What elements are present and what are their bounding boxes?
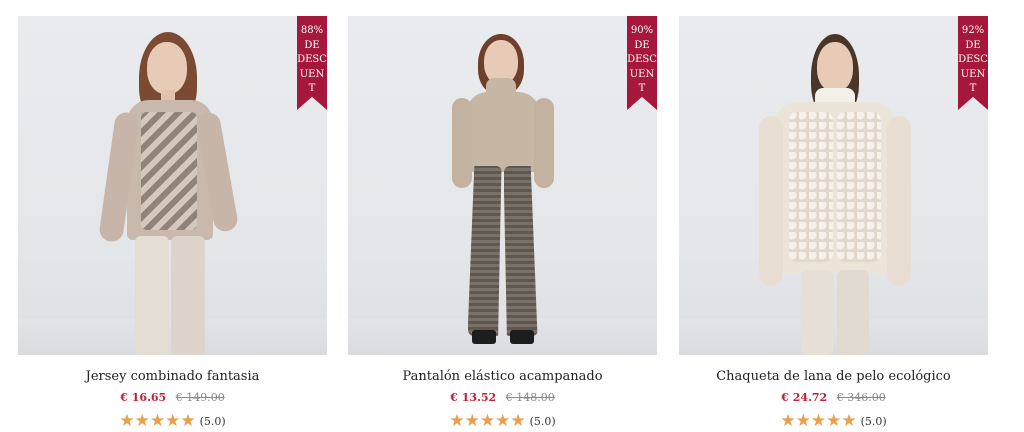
- rating-row: ★ ★ ★ ★ ★ (5.0): [348, 411, 657, 431]
- original-price: € 346.00: [836, 391, 886, 404]
- original-price: € 148.00: [505, 391, 555, 404]
- sale-price: € 13.52: [450, 391, 497, 404]
- model-figure: [428, 16, 578, 355]
- sale-price: € 16.65: [120, 391, 167, 404]
- product-card[interactable]: 88% DE DESC UENT O Jersey combinado fant…: [18, 16, 327, 431]
- star-icon: ★: [780, 411, 796, 431]
- price-row: € 16.65 € 149.00: [18, 391, 327, 405]
- product-info: Jersey combinado fantasia € 16.65 € 149.…: [18, 369, 327, 431]
- star-icon: ★: [165, 411, 181, 431]
- model-figure: [93, 16, 253, 355]
- product-info: Pantalón elástico acampanado € 13.52 € 1…: [348, 369, 657, 431]
- product-title[interactable]: Pantalón elástico acampanado: [348, 369, 657, 385]
- rating-value: (5.0): [860, 414, 887, 428]
- sale-price: € 24.72: [781, 391, 828, 404]
- star-rating: ★ ★ ★ ★ ★: [780, 411, 857, 431]
- product-title[interactable]: Jersey combinado fantasia: [18, 369, 327, 385]
- rating-value: (5.0): [199, 414, 226, 428]
- star-icon: ★: [826, 411, 842, 431]
- product-image[interactable]: 92% DE DESC UENT O: [679, 16, 988, 355]
- price-row: € 24.72 € 346.00: [679, 391, 988, 405]
- star-icon: ★: [149, 411, 166, 431]
- star-icon: ★: [810, 411, 827, 431]
- star-icon: ★: [479, 411, 496, 431]
- rating-value: (5.0): [529, 414, 556, 428]
- product-image[interactable]: 90% DE DESC UENT O: [348, 16, 657, 355]
- original-price: € 149.00: [175, 391, 225, 404]
- star-icon: ★: [495, 411, 511, 431]
- price-row: € 13.52 € 148.00: [348, 391, 657, 405]
- product-card[interactable]: 92% DE DESC UENT O Chaqueta de lana de p…: [679, 16, 988, 431]
- product-title[interactable]: Chaqueta de lana de pelo ecológico: [679, 369, 988, 385]
- product-grid: 88% DE DESC UENT O Jersey combinado fant…: [0, 0, 1024, 432]
- discount-ribbon: 90% DE DESC UENT O: [627, 16, 657, 110]
- star-rating: ★ ★ ★ ★ ★: [119, 411, 196, 431]
- product-card[interactable]: 90% DE DESC UENT O Pantalón elástico aca…: [348, 16, 657, 431]
- star-icon: ★: [510, 411, 526, 431]
- rating-row: ★ ★ ★ ★ ★ (5.0): [18, 411, 327, 431]
- star-icon: ★: [795, 411, 811, 431]
- product-info: Chaqueta de lana de pelo ecológico € 24.…: [679, 369, 988, 431]
- star-icon: ★: [449, 411, 465, 431]
- star-icon: ★: [180, 411, 196, 431]
- rating-row: ★ ★ ★ ★ ★ (5.0): [679, 411, 988, 431]
- product-image[interactable]: 88% DE DESC UENT O: [18, 16, 327, 355]
- model-figure: [749, 16, 919, 355]
- star-icon: ★: [464, 411, 480, 431]
- discount-ribbon: 88% DE DESC UENT O: [297, 16, 327, 110]
- discount-ribbon: 92% DE DESC UENT O: [958, 16, 988, 110]
- star-icon: ★: [841, 411, 857, 431]
- star-rating: ★ ★ ★ ★ ★: [449, 411, 526, 431]
- star-icon: ★: [119, 411, 135, 431]
- star-icon: ★: [134, 411, 150, 431]
